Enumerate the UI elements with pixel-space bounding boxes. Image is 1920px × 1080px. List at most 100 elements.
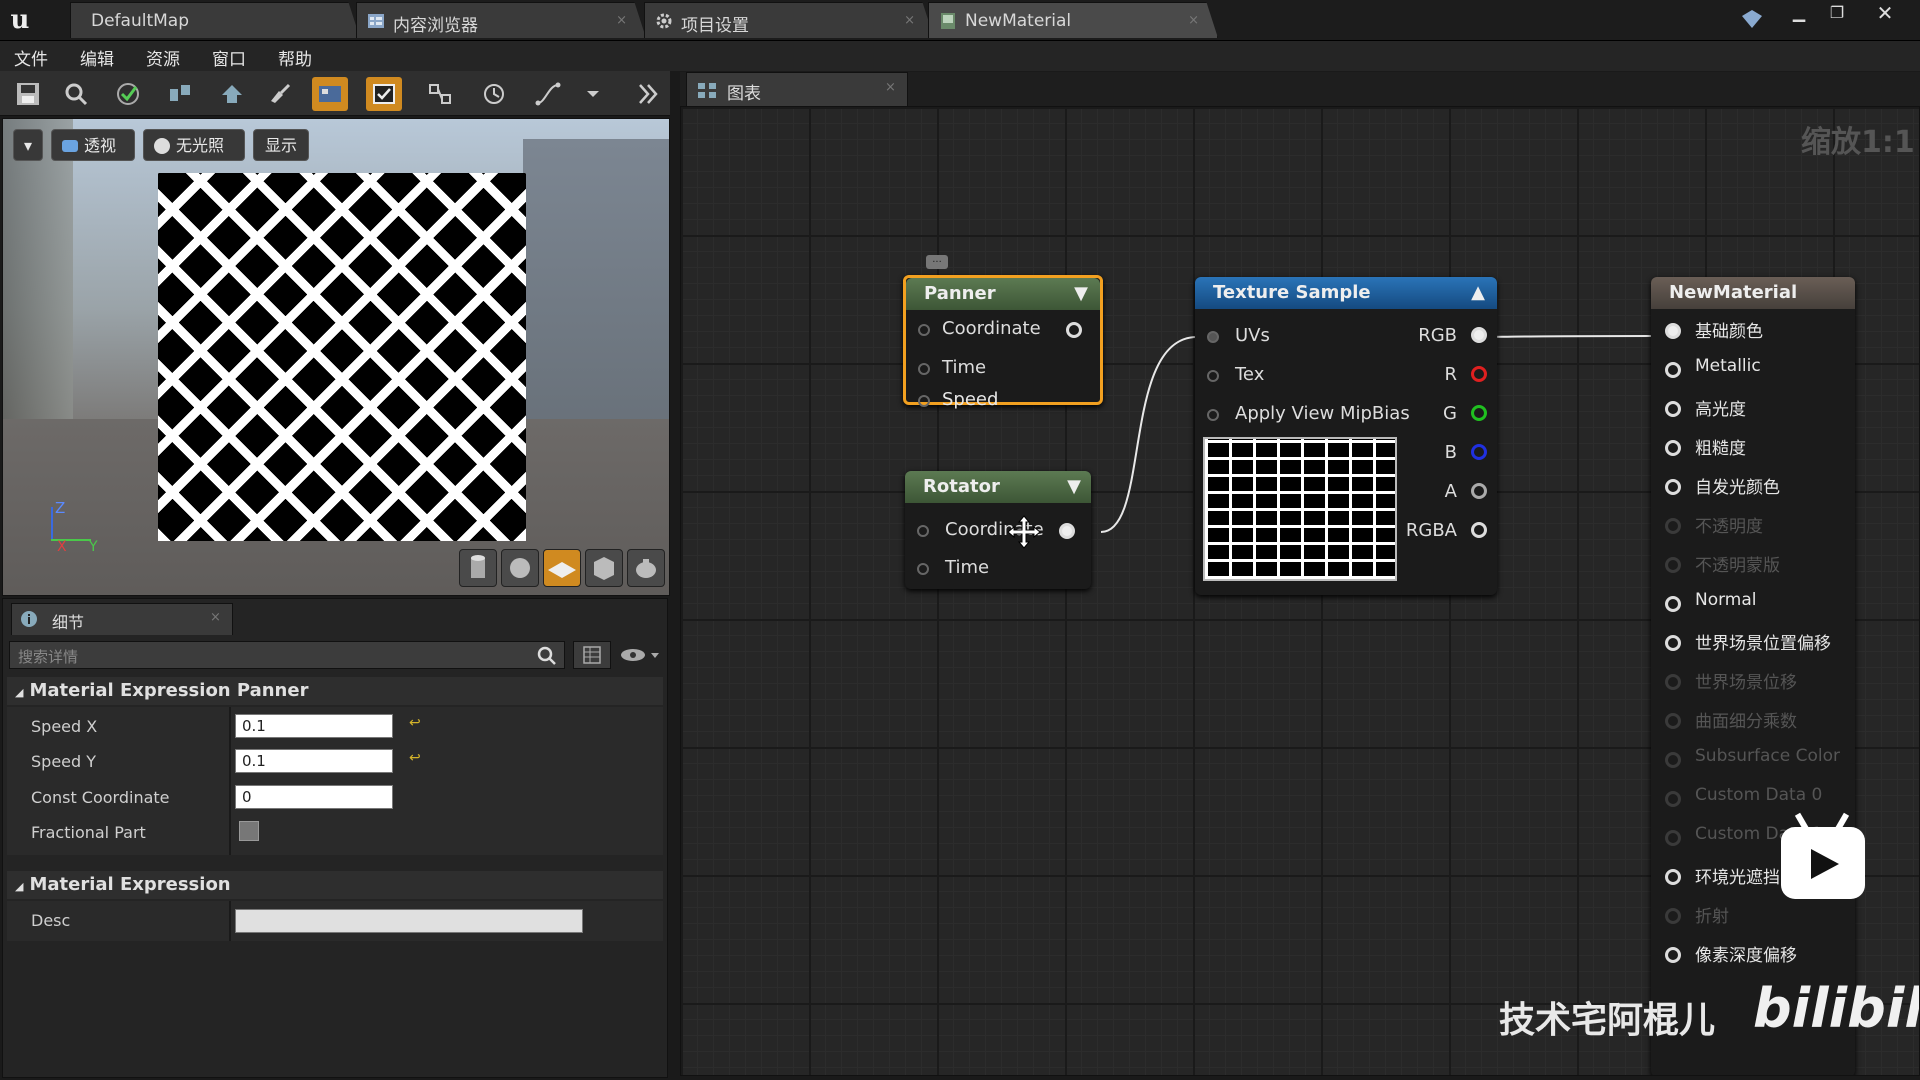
details-search-box[interactable]: 搜索详情 bbox=[9, 641, 565, 669]
material-input-pin[interactable] bbox=[1665, 362, 1681, 378]
chevron-down-icon[interactable]: ▼ bbox=[1067, 471, 1081, 503]
search-nodes-button[interactable] bbox=[162, 77, 198, 111]
menu-edit[interactable]: 编辑 bbox=[80, 45, 114, 70]
material-input-pin[interactable] bbox=[1665, 635, 1681, 651]
coordinate-input-pin[interactable] bbox=[918, 324, 930, 336]
perspective-button[interactable]: 透视 bbox=[51, 129, 135, 161]
live-preview-button[interactable] bbox=[366, 77, 402, 111]
close-icon[interactable]: × bbox=[904, 13, 915, 28]
material-input-pin[interactable] bbox=[1665, 557, 1681, 573]
material-input-pin[interactable] bbox=[1665, 869, 1681, 885]
tab-content-browser[interactable]: 内容浏览器 × bbox=[356, 2, 646, 38]
material-input-pin[interactable] bbox=[1665, 323, 1681, 339]
chevron-up-icon[interactable]: ▲ bbox=[1471, 277, 1485, 309]
cylinder-shape-button[interactable] bbox=[459, 549, 497, 587]
time-input-pin[interactable] bbox=[917, 563, 929, 575]
menu-asset[interactable]: 资源 bbox=[146, 45, 180, 70]
more-options-dropdown[interactable] bbox=[578, 77, 608, 111]
material-input-pin[interactable] bbox=[1665, 440, 1681, 456]
sphere-shape-button[interactable] bbox=[501, 549, 539, 587]
menu-file[interactable]: 文件 bbox=[14, 45, 48, 70]
curve-button[interactable] bbox=[530, 77, 566, 111]
material-result-header[interactable]: NewMaterial bbox=[1651, 277, 1855, 309]
material-graph[interactable]: 缩放1:1 ... Panner ▼ Coordinate Time Speed… bbox=[680, 106, 1920, 1076]
unlit-button[interactable]: 无光照 bbox=[143, 129, 245, 161]
live-nodes-button[interactable] bbox=[422, 77, 458, 111]
section-material-expression-panner[interactable]: ◢ Material Expression Panner bbox=[7, 677, 663, 705]
unreal-logo-icon[interactable]: u bbox=[2, 2, 38, 38]
play-button[interactable] bbox=[1781, 812, 1865, 899]
details-tab[interactable]: 细节 × bbox=[11, 603, 233, 635]
save-button[interactable] bbox=[10, 77, 46, 111]
time-input-pin[interactable] bbox=[918, 363, 930, 375]
apply-button[interactable] bbox=[110, 77, 146, 111]
coordinate-input-pin[interactable] bbox=[917, 525, 929, 537]
b-output-pin[interactable] bbox=[1471, 444, 1487, 460]
tab-defaultmap[interactable]: DefaultMap bbox=[70, 2, 360, 38]
section-material-expression[interactable]: ◢ Material Expression bbox=[7, 871, 663, 899]
tab-newmaterial[interactable]: NewMaterial × bbox=[928, 2, 1218, 38]
rotator-output-pin[interactable] bbox=[1059, 523, 1075, 539]
custom-mesh-button[interactable] bbox=[627, 549, 665, 587]
uvs-input-pin[interactable] bbox=[1207, 331, 1219, 343]
material-input-pin[interactable] bbox=[1665, 752, 1681, 768]
material-input-pin[interactable] bbox=[1665, 401, 1681, 417]
material-input-pin[interactable] bbox=[1665, 596, 1681, 612]
viewport-options-dropdown[interactable]: ▾ bbox=[13, 129, 43, 161]
panner-output-pin[interactable] bbox=[1066, 322, 1082, 338]
material-input-pin[interactable] bbox=[1665, 479, 1681, 495]
rotator-node-header[interactable]: Rotator ▼ bbox=[905, 471, 1091, 503]
const-coordinate-input[interactable]: 0 bbox=[235, 785, 393, 809]
tex-input-pin[interactable] bbox=[1207, 370, 1219, 382]
texture-sample-header[interactable]: Texture Sample ▲ bbox=[1195, 277, 1497, 309]
reset-to-default-icon[interactable]: ↩ bbox=[409, 750, 421, 766]
close-icon[interactable]: × bbox=[1188, 13, 1199, 28]
rotator-node[interactable]: Rotator ▼ Coordinate Time bbox=[905, 471, 1091, 589]
material-input-pin[interactable] bbox=[1665, 518, 1681, 534]
a-output-pin[interactable] bbox=[1471, 483, 1487, 499]
material-input-pin[interactable] bbox=[1665, 947, 1681, 963]
reset-to-default-icon[interactable]: ↩ bbox=[409, 715, 421, 731]
panner-node-header[interactable]: Panner ▼ bbox=[906, 278, 1100, 310]
realtime-button[interactable] bbox=[476, 77, 512, 111]
home-button[interactable] bbox=[214, 77, 250, 111]
speed-x-input[interactable]: 0.1 bbox=[235, 714, 393, 738]
mipbias-input-pin[interactable] bbox=[1207, 409, 1219, 421]
plane-shape-button[interactable] bbox=[543, 549, 581, 587]
r-output-pin[interactable] bbox=[1471, 366, 1487, 382]
material-input-pin[interactable] bbox=[1665, 713, 1681, 729]
texture-sample-node[interactable]: Texture Sample ▲ UVs Tex Apply View MipB… bbox=[1195, 277, 1497, 595]
panner-node[interactable]: Panner ▼ Coordinate Time bbox=[903, 275, 1103, 405]
close-icon[interactable]: × bbox=[885, 80, 896, 95]
rgb-output-pin[interactable] bbox=[1471, 327, 1487, 343]
menu-help[interactable]: 帮助 bbox=[278, 45, 312, 70]
material-input-pin[interactable] bbox=[1665, 674, 1681, 690]
minimize-button[interactable]: ▁ bbox=[1784, 2, 1814, 24]
expand-toolbar-button[interactable] bbox=[630, 77, 666, 111]
material-input-pin[interactable] bbox=[1665, 908, 1681, 924]
notification-icon[interactable] bbox=[1740, 8, 1764, 30]
view-options-button[interactable] bbox=[619, 643, 663, 667]
g-output-pin[interactable] bbox=[1471, 405, 1487, 421]
comment-bubble-icon[interactable]: ... bbox=[926, 255, 948, 269]
close-icon[interactable]: × bbox=[616, 13, 627, 28]
property-matrix-button[interactable] bbox=[573, 641, 611, 669]
material-input-pin[interactable] bbox=[1665, 830, 1681, 846]
material-result-node[interactable]: NewMaterial 基础颜色 Metallic 高光度 粗糙度 自发光颜色 不透明度不… bbox=[1651, 277, 1855, 1075]
desc-input[interactable] bbox=[235, 909, 583, 933]
material-input-pin[interactable] bbox=[1665, 791, 1681, 807]
show-button[interactable]: 显示 bbox=[253, 129, 309, 161]
clean-up-button[interactable] bbox=[262, 77, 298, 111]
cube-shape-button[interactable] bbox=[585, 549, 623, 587]
fractional-part-checkbox[interactable] bbox=[239, 821, 259, 841]
close-icon[interactable]: × bbox=[210, 610, 221, 625]
menu-window[interactable]: 窗口 bbox=[212, 45, 246, 70]
preview-viewport[interactable]: ▾ 透视 无光照 显示 Z X Y bbox=[2, 118, 670, 596]
rgba-output-pin[interactable] bbox=[1471, 522, 1487, 538]
graph-tab[interactable]: 图表 × bbox=[686, 72, 908, 106]
maximize-button[interactable]: ❐ bbox=[1822, 2, 1852, 24]
speed-y-input[interactable]: 0.1 bbox=[235, 749, 393, 773]
chevron-down-icon[interactable]: ▼ bbox=[1074, 278, 1088, 310]
stats-button[interactable] bbox=[312, 77, 348, 111]
close-window-button[interactable]: ✕ bbox=[1870, 2, 1900, 24]
